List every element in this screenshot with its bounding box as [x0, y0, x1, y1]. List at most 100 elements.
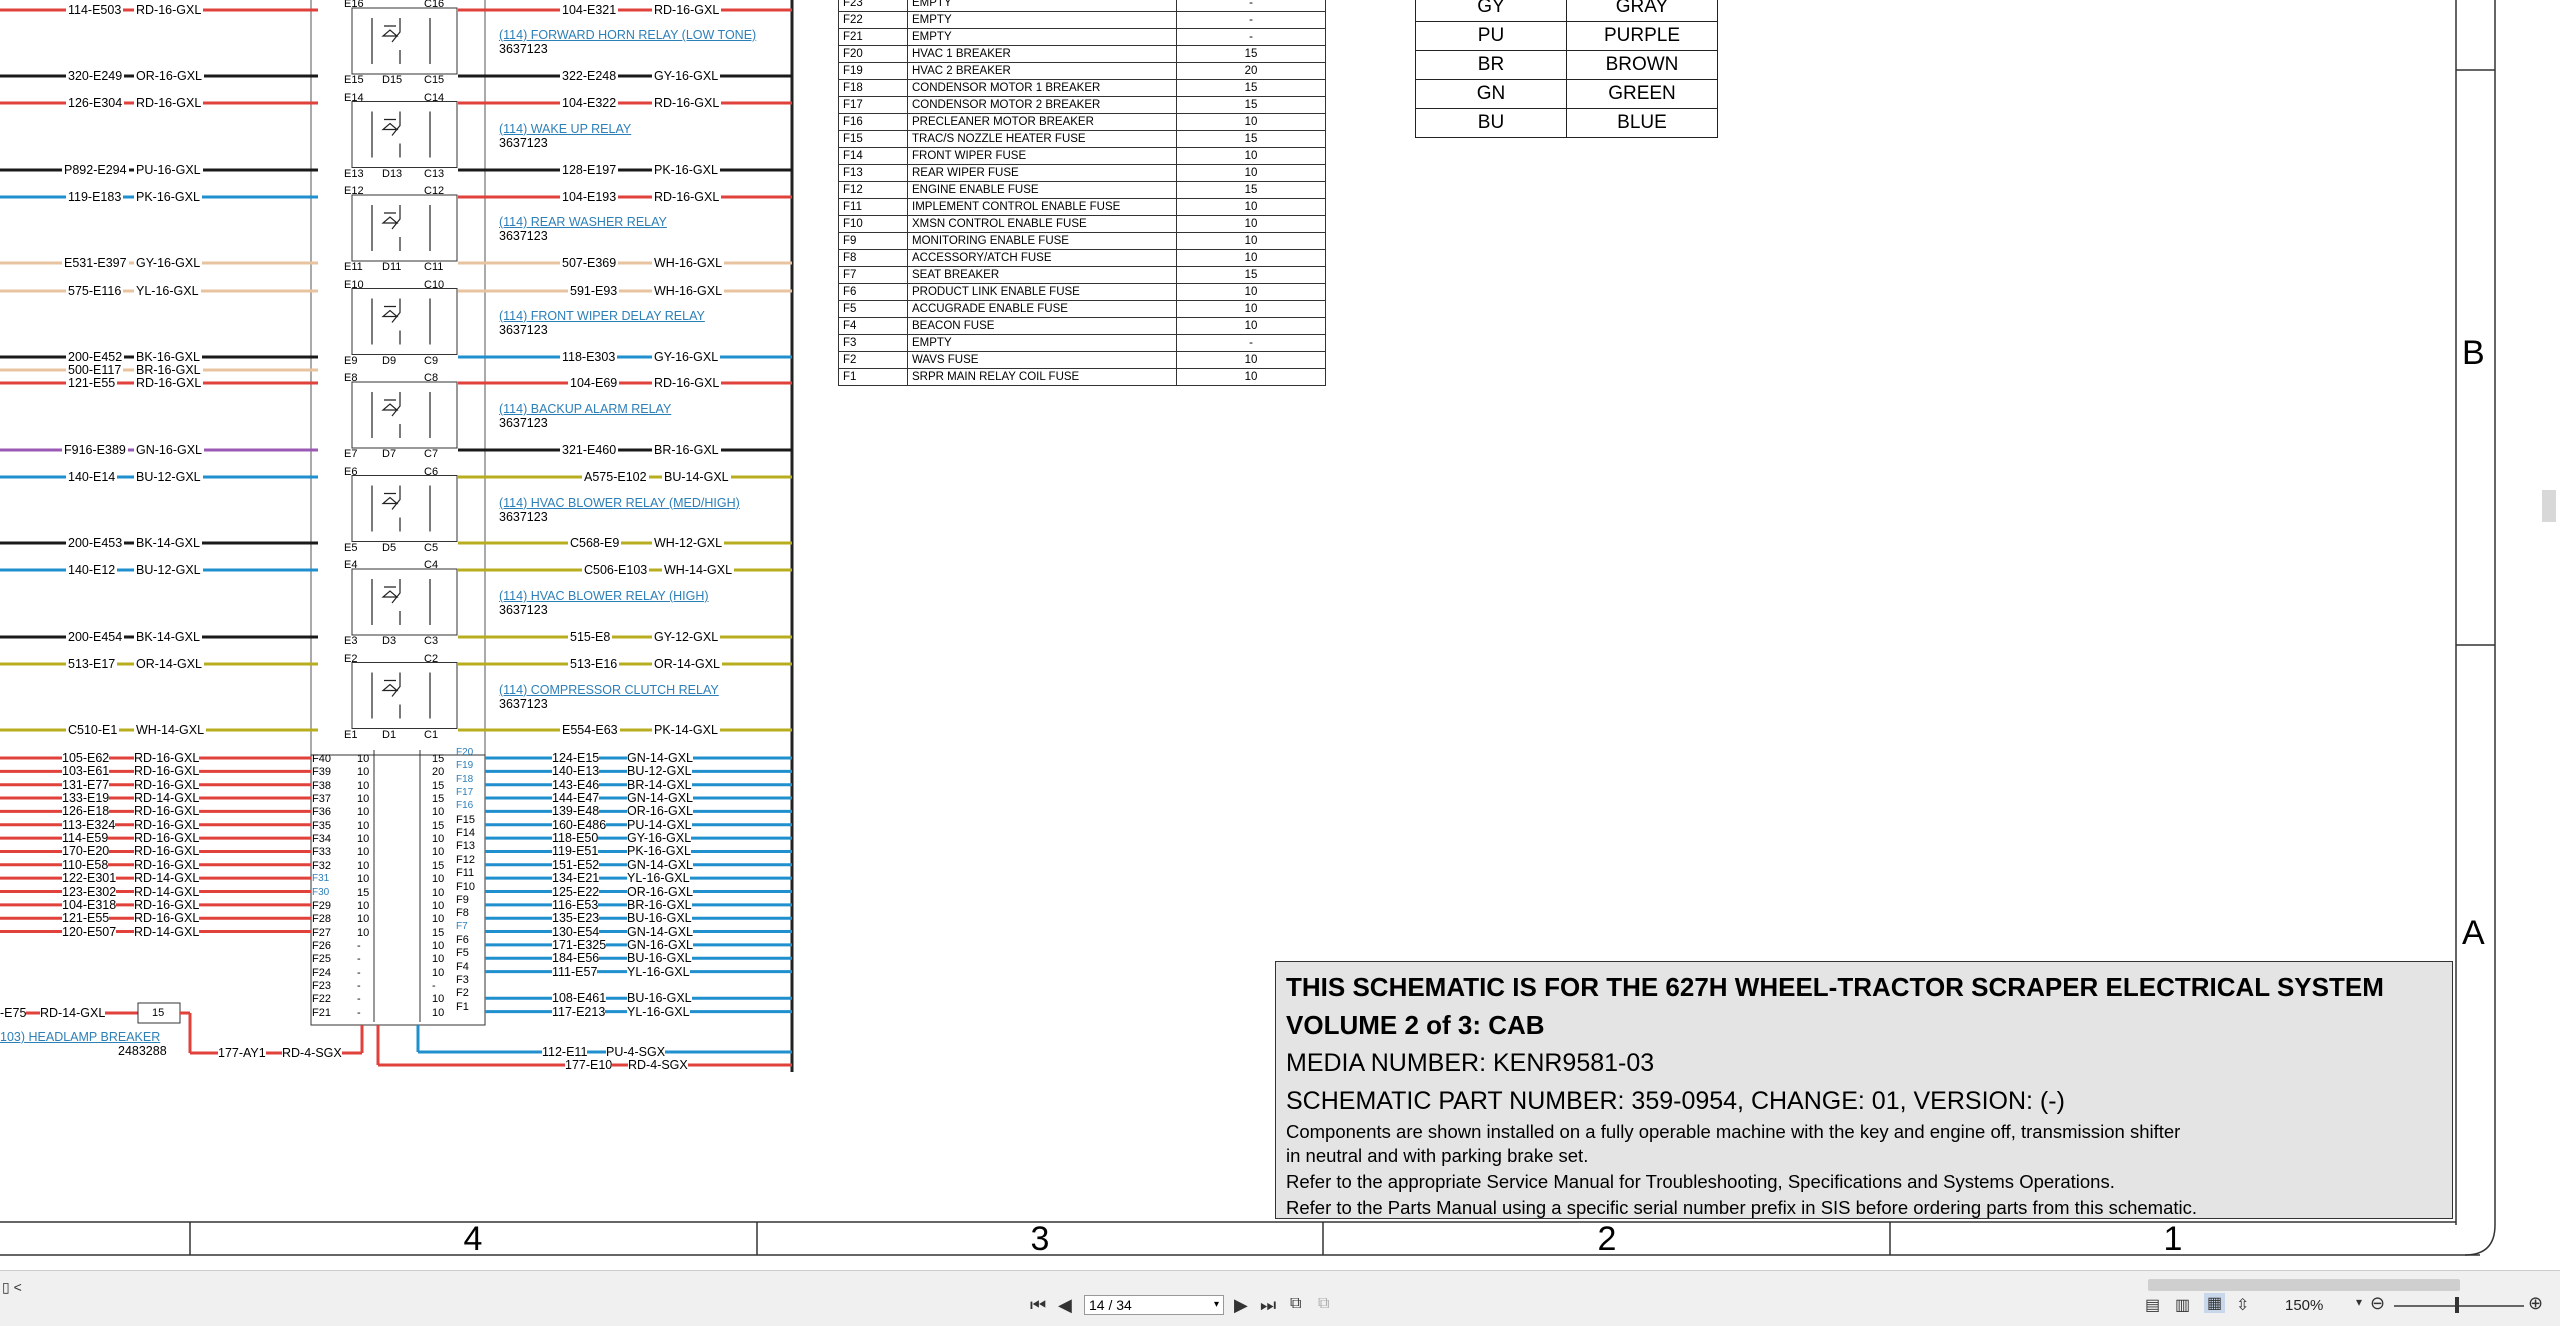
relay-part-number: 3637123: [499, 416, 548, 430]
relay-pin-bottom: E13: [344, 167, 364, 180]
fuse-id-right: F12: [456, 853, 475, 866]
fuse-table-id: F6: [838, 283, 908, 301]
relay-pin-top: E8: [344, 372, 358, 384]
headlamp-breaker-link[interactable]: 103) HEADLAMP BREAKER: [0, 1030, 160, 1044]
zoom-out-icon[interactable]: ⊖: [2370, 1293, 2385, 1314]
single-page-view-icon[interactable]: ▤: [2145, 1295, 2160, 1315]
fuse-table-desc: EMPTY: [907, 0, 1177, 12]
fuse-table-desc: CONDENSOR MOTOR 1 BREAKER: [907, 79, 1177, 97]
relay-pin-bottom: D15: [382, 74, 403, 86]
zoom-dropdown-icon[interactable]: ▾: [2356, 1295, 2362, 1309]
column-3-label: 3: [1030, 1220, 1050, 1258]
relay-pin-top: E12: [344, 185, 364, 197]
fuse-rating-right: 15: [432, 859, 445, 872]
fuse-left-wire-number: 105-E62: [62, 751, 110, 765]
relay-box: [351, 101, 458, 168]
left-wire-gauge: BU-12-GXL: [134, 470, 203, 484]
fuse-left-wire-number: 104-E318: [62, 897, 117, 912]
relay-pin-bottom: C5: [424, 541, 439, 554]
relay-link[interactable]: (114) HVAC BLOWER RELAY (MED/HIGH): [499, 496, 740, 510]
fuse-left-wire-gauge: RD-16-GXL: [134, 897, 200, 912]
relay-pin-top-right: C6: [424, 465, 439, 478]
page-layout-icon[interactable]: ⧉: [1290, 1295, 1301, 1313]
fuse-id-left: F29: [312, 899, 331, 912]
fuse-rating-right: 10: [432, 873, 445, 886]
fuse-rating-left: -: [357, 993, 361, 1006]
fuse-table-desc: BEACON FUSE: [907, 317, 1177, 335]
relay-part-number: 3637123: [499, 135, 548, 150]
fuse-right-wire-number: 139-E48: [552, 804, 600, 819]
fuse-right-wire-number: 134-E21: [552, 871, 600, 886]
fuse-rating-left: 10: [357, 899, 370, 912]
fuse-rating-left: 10: [357, 913, 370, 926]
zoom-slider-thumb[interactable]: [2455, 1297, 2459, 1313]
continuous-view-icon[interactable]: ▥: [2175, 1295, 2190, 1315]
fuse-id-left: F25: [312, 953, 331, 966]
note-line-1: Components are shown installed on a full…: [1286, 1121, 2181, 1142]
fuse-table-rating: 20: [1176, 62, 1326, 80]
relay-part-number: 3637123: [499, 509, 548, 524]
left-wire-number: E531-E397: [62, 256, 129, 270]
zoom-in-icon[interactable]: ⊕: [2528, 1293, 2543, 1314]
relay-pin-top-right: C4: [424, 559, 439, 571]
left-wire-gauge: YL-16-GXL: [134, 284, 201, 298]
fuse-rating-right: 15: [432, 793, 445, 806]
right-wire-number: 591-E93: [568, 284, 620, 298]
relay-link[interactable]: (114) REAR WASHER RELAY: [499, 215, 667, 229]
page-layout-alt-icon[interactable]: ⧉: [1318, 1295, 1329, 1313]
scroll-left-icon[interactable]: ▯ <: [2, 1279, 22, 1296]
relay-link[interactable]: (114) FORWARD HORN RELAY (LOW TONE): [499, 28, 756, 42]
title-line-2: VOLUME 2 of 3: CAB: [1286, 1010, 1545, 1040]
first-page-icon[interactable]: ⏮: [1030, 1295, 1046, 1316]
fuse-left-wire-gauge: RD-16-GXL: [134, 857, 200, 872]
relay-link[interactable]: (114) HVAC BLOWER RELAY (HIGH): [499, 589, 709, 603]
fuse-id-right: F18: [456, 773, 474, 785]
fuse-rating-right: 10: [432, 833, 445, 846]
vertical-scrollbar-thumb[interactable]: [2542, 490, 2556, 522]
relay-pin-top-right: C12: [424, 185, 445, 197]
fuse-table-row: F9 MONITORING ENABLE FUSE 10: [838, 232, 1326, 250]
fuse-table-rating: 10: [1176, 147, 1326, 165]
fuse-rating-left: 15: [357, 886, 370, 899]
fuse-table-rating: 10: [1176, 317, 1326, 335]
title-line-1: THIS SCHEMATIC IS FOR THE 627H WHEEL-TRA…: [1286, 972, 2384, 1002]
zoom-level[interactable]: 150%: [2285, 1297, 2323, 1314]
fuse-table-desc: EMPTY: [907, 11, 1177, 29]
relay-pin-bottom: D3: [382, 635, 397, 647]
relay-link[interactable]: (114) COMPRESSOR CLUTCH RELAY: [499, 683, 719, 697]
zone-a-label: A: [2462, 914, 2485, 952]
fuse-table-desc: WAVS FUSE: [907, 351, 1177, 369]
fit-width-icon[interactable]: ⇳: [2236, 1295, 2249, 1315]
relay-link[interactable]: (114) BACKUP ALARM RELAY: [499, 402, 671, 416]
fuse-rating-left: 10: [357, 859, 370, 872]
fuse-table-row: F2 WAVS FUSE 10: [838, 351, 1326, 369]
fuse-id-left: F31: [312, 873, 330, 885]
two-page-view-icon[interactable]: ▦: [2204, 1293, 2226, 1313]
right-wire-number: C506-E103: [582, 563, 650, 577]
fuse-id-left: F36: [312, 806, 331, 819]
fuse-table-row: F11 IMPLEMENT CONTROL ENABLE FUSE 10: [838, 198, 1326, 216]
fuse-table-id: F8: [838, 249, 908, 267]
color-table-row: PU PURPLE: [1415, 21, 1718, 51]
relay-link[interactable]: (114) FRONT WIPER DELAY RELAY: [499, 309, 705, 323]
fuse-table-desc: SEAT BREAKER: [907, 266, 1177, 284]
next-page-icon[interactable]: ▶: [1234, 1295, 1248, 1316]
wire-gauge: PU-4-SGX: [606, 1045, 666, 1059]
page-number-input[interactable]: 14 / 34 ▾: [1084, 1295, 1224, 1315]
fuse-table-id: F15: [838, 130, 908, 148]
fuse-table-row: F21 EMPTY -: [838, 28, 1326, 46]
relay-box: [351, 662, 458, 729]
relay-link[interactable]: (114) WAKE UP RELAY: [499, 122, 631, 136]
prev-page-icon[interactable]: ◀: [1058, 1295, 1072, 1316]
fuse-left-wire-gauge: RD-16-GXL: [134, 831, 200, 846]
horizontal-scrollbar[interactable]: [2148, 1279, 2460, 1291]
fuse-table-id: F9: [838, 232, 908, 250]
right-wire-gauge: PK-16-GXL: [652, 163, 720, 177]
fuse-table-row: F18 CONDENSOR MOTOR 1 BREAKER 15: [838, 79, 1326, 97]
fuse-table-rating: 15: [1176, 181, 1326, 199]
last-page-icon[interactable]: ⏭: [1260, 1295, 1276, 1316]
zoom-slider-track[interactable]: [2394, 1305, 2524, 1307]
right-wire-gauge: BU-14-GXL: [662, 470, 731, 484]
fuse-table-desc: SRPR MAIN RELAY COIL FUSE: [907, 368, 1177, 386]
note-line-4: Refer to the Parts Manual using a specif…: [1286, 1197, 2198, 1218]
